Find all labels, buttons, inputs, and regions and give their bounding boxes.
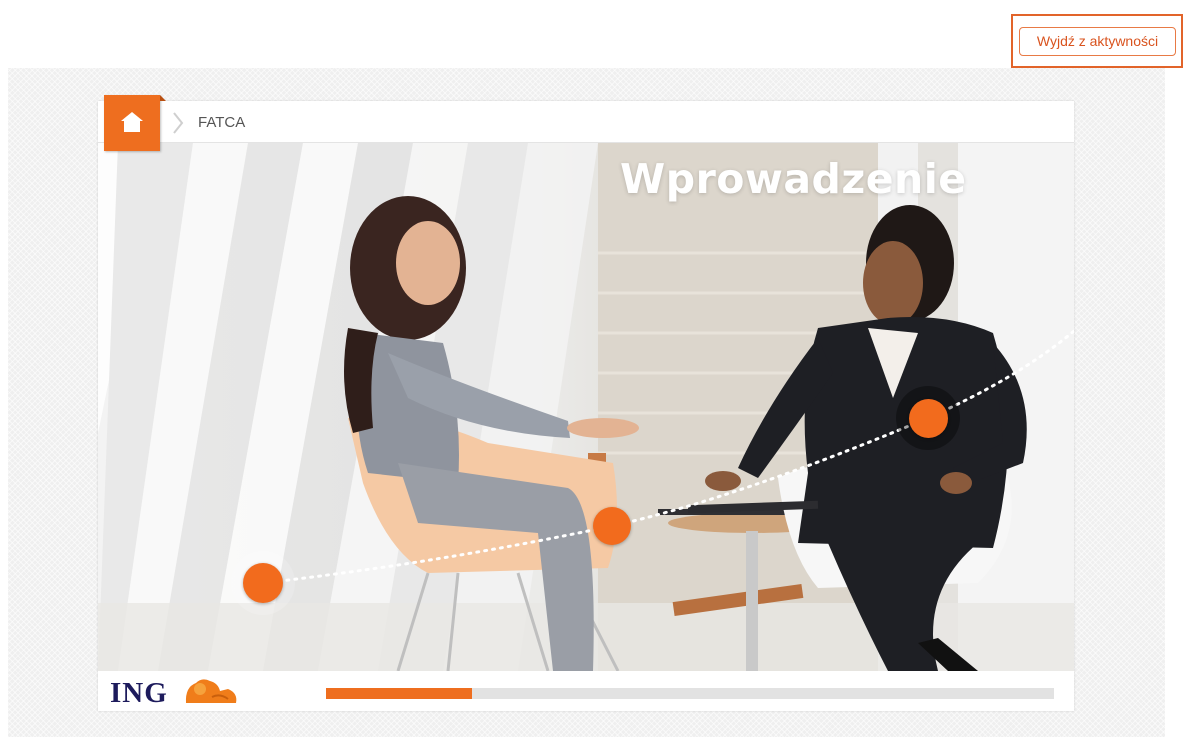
breadcrumb-current: FATCA [198,114,246,131]
exit-activity-button[interactable]: Wyjdź z aktywności [1019,27,1176,56]
ing-logo-text: ING [110,677,168,709]
scene-title: Wprowadzenie [620,155,967,203]
progress-fill [326,688,472,699]
scene-image: Wprowadzenie [98,143,1074,671]
lion-icon [185,679,237,703]
home-icon [121,112,143,132]
player-footer: ING [98,671,1074,711]
hotspot-2[interactable] [593,507,631,545]
breadcrumb: FATCA [98,95,1074,151]
exit-button-frame: Wyjdź z aktywności [1011,14,1183,68]
progress-bar [326,688,1054,699]
hotspot-3[interactable] [909,399,948,438]
chevron-right-icon [173,112,184,134]
hotspot-1[interactable] [243,563,283,603]
course-player: FATCA Wprowadzenie ING [98,95,1074,711]
home-button[interactable] [104,95,166,151]
